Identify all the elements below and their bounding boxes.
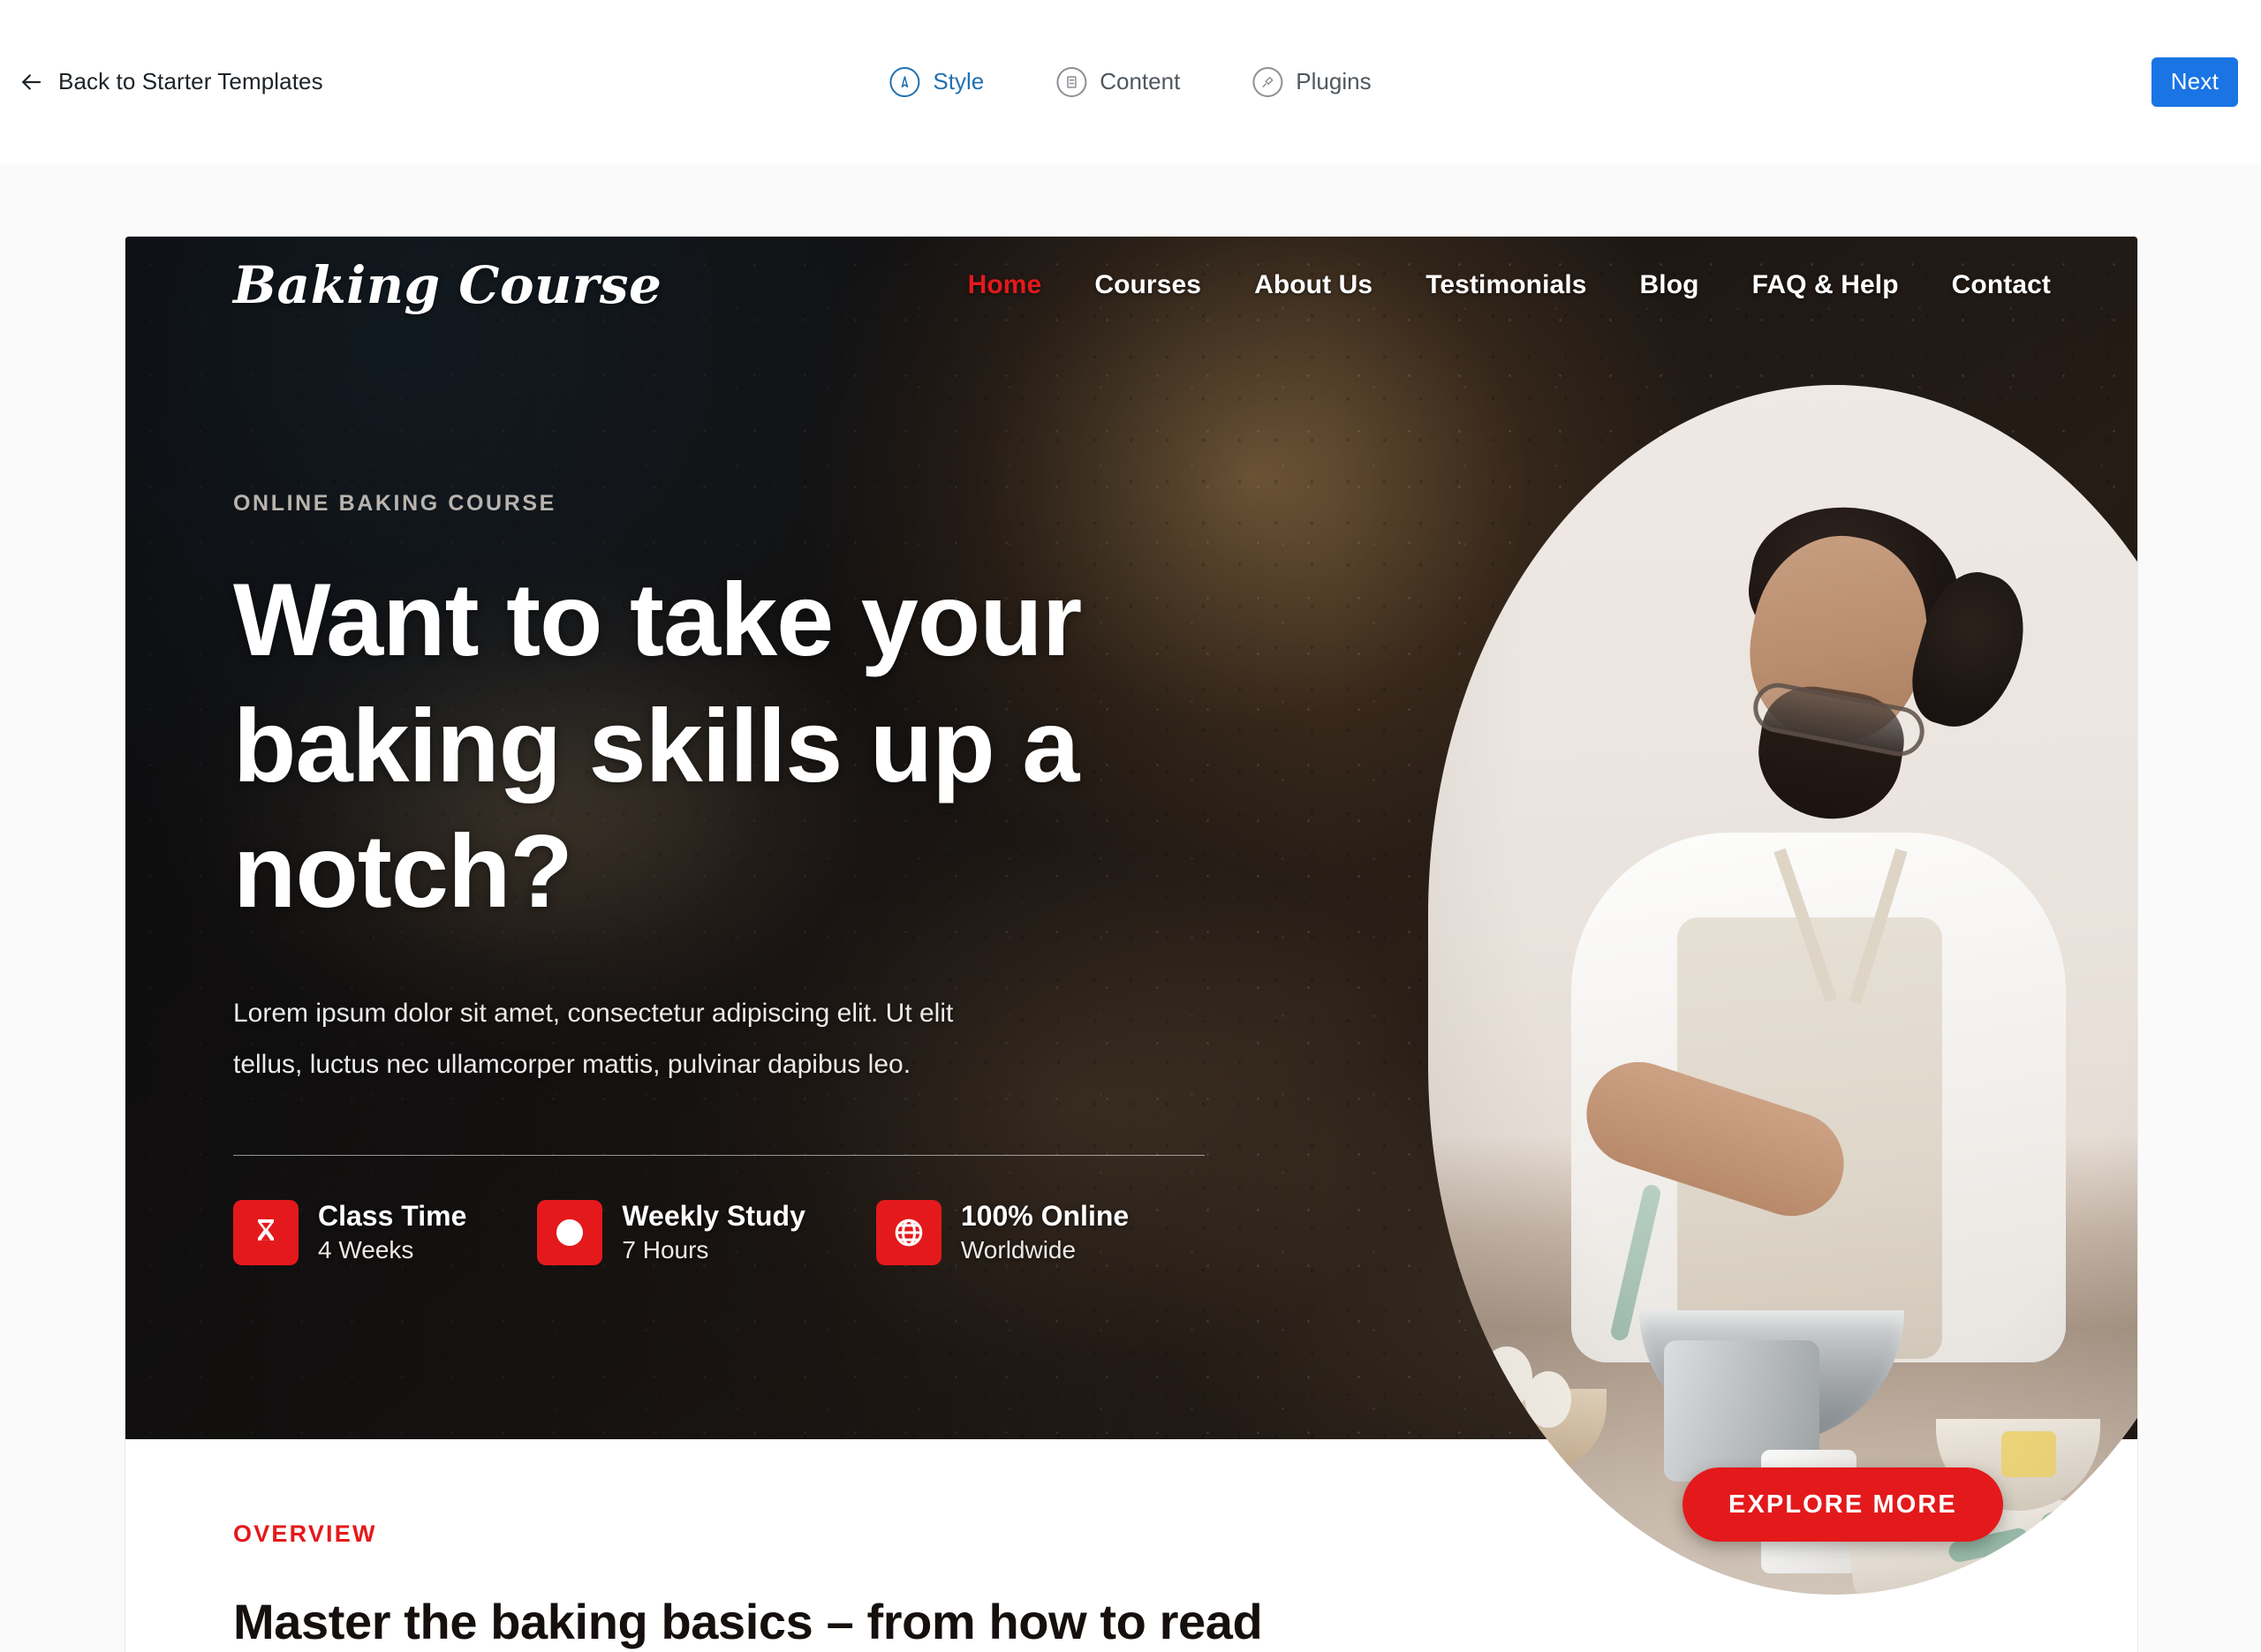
- step-style-label: Style: [933, 68, 985, 94]
- step-content[interactable]: Content: [1056, 66, 1181, 97]
- hero-eyebrow: ONLINE BAKING COURSE: [233, 491, 556, 516]
- feature-class-time-title: Class Time: [318, 1200, 467, 1233]
- feature-weekly-study-title: Weekly Study: [622, 1200, 805, 1233]
- step-plugins-label: Plugins: [1296, 68, 1372, 94]
- hourglass-icon: [233, 1200, 299, 1266]
- back-link-label: Back to Starter Templates: [58, 68, 323, 94]
- site-nav-menu: Home Courses About Us Testimonials Blog …: [968, 270, 2051, 300]
- nav-item-courses[interactable]: Courses: [1094, 270, 1201, 300]
- arrow-left-icon: [18, 69, 44, 95]
- hero-content: ONLINE BAKING COURSE Want to take your b…: [233, 491, 1399, 1267]
- nav-item-faq-help[interactable]: FAQ & Help: [1752, 270, 1899, 300]
- explore-more-button[interactable]: EXPLORE MORE: [1683, 1467, 2003, 1542]
- feature-weekly-study: Weekly Study 7 Hours: [537, 1198, 805, 1267]
- feature-online: 100% Online Worldwide: [875, 1198, 1130, 1267]
- site-logo[interactable]: Baking Course: [233, 255, 662, 315]
- feature-class-time: Class Time 4 Weeks: [233, 1198, 466, 1267]
- hero-divider: [233, 1155, 1205, 1157]
- document-icon: [1056, 66, 1087, 97]
- hero-feature-list: Class Time 4 Weeks Weekly Study 7 Hours: [233, 1198, 1399, 1267]
- globe-icon: [875, 1200, 941, 1266]
- photo-shading-overlay: [1428, 385, 2137, 1595]
- compass-icon: [889, 66, 920, 97]
- hero-subtitle: Lorem ipsum dolor sit amet, consectetur …: [233, 999, 954, 1079]
- step-plugins[interactable]: Plugins: [1252, 66, 1372, 97]
- template-preview-frame[interactable]: Baking Course Home Courses About Us Test…: [125, 237, 2137, 1652]
- feature-online-value: Worldwide: [960, 1236, 1077, 1264]
- feature-weekly-study-value: 7 Hours: [622, 1236, 709, 1264]
- feature-class-time-value: 4 Weeks: [318, 1236, 414, 1264]
- nav-item-testimonials[interactable]: Testimonials: [1425, 270, 1586, 300]
- site-navigation-bar: Baking Course Home Courses About Us Test…: [125, 237, 2137, 334]
- hero-photo-image: [1428, 385, 2137, 1595]
- hero-title: Want to take your baking skills up a not…: [233, 562, 1082, 930]
- clock-icon: [537, 1200, 603, 1266]
- nav-item-blog[interactable]: Blog: [1640, 270, 1699, 300]
- back-to-starter-templates-link[interactable]: Back to Starter Templates: [18, 68, 323, 95]
- overview-heading: Master the baking basics – from how to r…: [233, 1594, 1263, 1649]
- step-content-label: Content: [1100, 68, 1181, 94]
- next-button[interactable]: Next: [2151, 57, 2238, 107]
- nav-item-home[interactable]: Home: [968, 270, 1042, 300]
- nav-item-contact[interactable]: Contact: [1952, 270, 2051, 300]
- feature-online-title: 100% Online: [960, 1200, 1130, 1233]
- hero-photo: [1428, 385, 2137, 1595]
- wizard-steps: Style Content Plugins: [889, 66, 1372, 97]
- step-style[interactable]: Style: [889, 66, 985, 97]
- nav-item-about-us[interactable]: About Us: [1254, 270, 1372, 300]
- plug-icon: [1252, 66, 1283, 97]
- app-top-bar: Back to Starter Templates Style Content: [0, 0, 2261, 163]
